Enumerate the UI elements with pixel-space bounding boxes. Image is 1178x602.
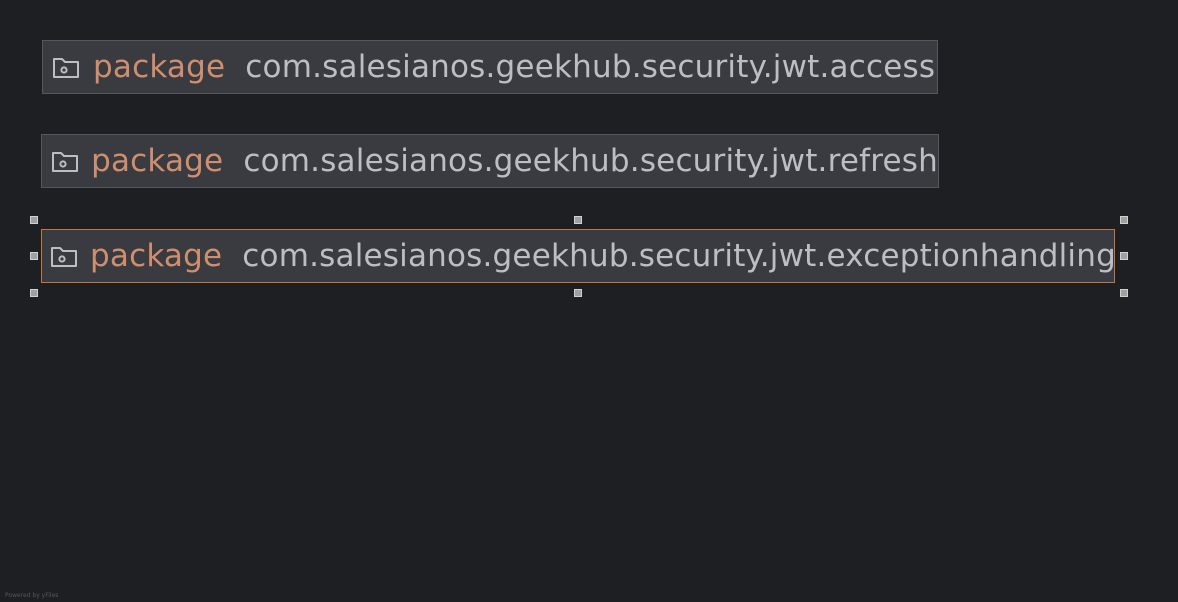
resize-handle-middle-left[interactable] (30, 252, 38, 260)
package-keyword: package (91, 143, 224, 179)
package-node-refresh[interactable]: package com.salesianos.geekhub.security.… (41, 134, 939, 188)
resize-handle-bottom-left[interactable] (30, 289, 38, 297)
package-keyword: package (90, 238, 223, 274)
package-folder-icon (50, 146, 79, 176)
package-node-exceptionhandling[interactable]: package com.salesianos.geekhub.security.… (41, 229, 1116, 283)
resize-handle-middle-right[interactable] (1120, 252, 1128, 260)
resize-handle-top-right[interactable] (1120, 216, 1128, 224)
powered-by-label: Powered by yFiles (5, 592, 59, 599)
resize-handle-bottom-right[interactable] (1120, 289, 1128, 297)
package-node-access[interactable]: package com.salesianos.geekhub.security.… (42, 40, 938, 94)
resize-handle-top-center[interactable] (574, 216, 582, 224)
package-name: com.salesianos.geekhub.security.jwt.refr… (243, 143, 938, 179)
package-name: com.salesianos.geekhub.security.jwt.exce… (242, 238, 1116, 274)
resize-handle-bottom-center[interactable] (574, 289, 582, 297)
package-folder-icon (50, 241, 78, 271)
package-keyword: package (93, 49, 226, 85)
package-folder-icon (51, 52, 81, 82)
resize-handle-top-left[interactable] (30, 216, 38, 224)
package-name: com.salesianos.geekhub.security.jwt.acce… (245, 49, 936, 85)
diagram-canvas[interactable]: package com.salesianos.geekhub.security.… (0, 0, 1178, 602)
